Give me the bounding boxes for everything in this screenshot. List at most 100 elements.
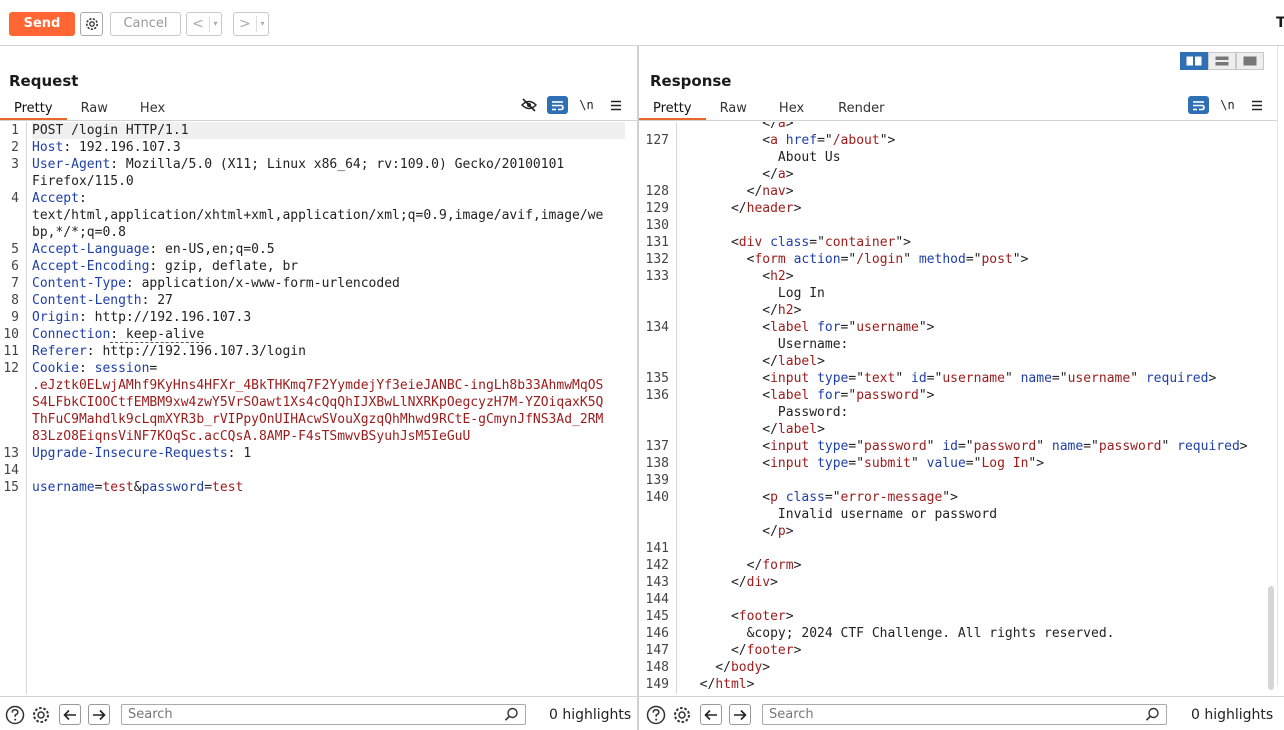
code-line: </form>: [684, 557, 802, 574]
code-token: for: [817, 320, 841, 335]
code-token: : gzip, deflate, br: [149, 259, 299, 274]
request-tab-hex[interactable]: Hex: [126, 98, 179, 120]
request-title: Request: [9, 72, 79, 90]
code-token: ">: [879, 133, 896, 148]
code-line: </html>: [684, 676, 755, 693]
code-token: ">: [1028, 456, 1045, 471]
code-token: : http://192.196.107.3: [78, 310, 252, 325]
code-line: </body>: [684, 659, 770, 676]
code-token: Accept-Language: [32, 242, 150, 257]
code-line: Cookie: session=: [32, 360, 157, 377]
code-token: >: [1208, 371, 1217, 386]
code-token: ">: [1012, 252, 1029, 267]
response-tab-pretty[interactable]: Pretty: [639, 98, 706, 120]
code-token: >: [793, 201, 802, 216]
back-dropdown-button[interactable]: ▾: [209, 16, 221, 32]
code-token: =: [149, 361, 158, 376]
help-icon[interactable]: [5, 705, 25, 725]
menu-icon[interactable]: [605, 96, 626, 114]
line-number: 149: [645, 677, 669, 692]
response-tab-hex[interactable]: Hex: [765, 98, 824, 120]
code-line: About Us: [684, 149, 841, 166]
code-token: Connection: [32, 327, 111, 342]
search-previous-button[interactable]: [700, 704, 722, 725]
search-next-button[interactable]: [729, 704, 751, 725]
layout-stacked-button[interactable]: [1208, 52, 1236, 70]
line-number: 12: [3, 361, 19, 376]
code-token: div: [738, 235, 763, 250]
gear-icon[interactable]: [31, 705, 51, 725]
response-search-input[interactable]: Search: [762, 704, 1167, 725]
request-search-input[interactable]: Search: [121, 704, 526, 725]
response-scrollbar[interactable]: [1268, 586, 1274, 690]
search-next-button[interactable]: [88, 704, 110, 725]
code-token: </: [684, 643, 747, 658]
code-token: =": [840, 252, 857, 267]
line-number: 134: [645, 320, 669, 335]
line-number: 4: [11, 191, 19, 206]
code-token: &copy; 2024 CTF Challenge. All rights re…: [684, 626, 1115, 641]
code-token: <: [684, 371, 771, 386]
wrap-icon[interactable]: [547, 96, 568, 114]
code-token: required: [1145, 371, 1209, 386]
code-token: Log In: [684, 286, 825, 301]
code-token: </: [684, 122, 778, 131]
line-number: 145: [645, 609, 669, 624]
code-token: >: [770, 575, 778, 590]
back-button[interactable]: <: [187, 16, 209, 32]
response-tab-raw[interactable]: Raw: [706, 98, 765, 120]
forward-history-control: > ▾: [233, 12, 269, 36]
help-icon[interactable]: [646, 705, 666, 725]
response-tab-render[interactable]: Render: [824, 98, 898, 120]
code-line: </footer>: [684, 642, 801, 659]
code-token: </: [684, 524, 778, 539]
code-token: </: [684, 575, 747, 590]
code-line: <footer>: [684, 608, 794, 625]
code-line: Username:: [684, 336, 848, 353]
forward-button[interactable]: >: [234, 16, 256, 32]
response-editor[interactable]: </a> 127 <a href="/about"> About Us </a> 1…: [639, 122, 1268, 694]
code-token: About Us: [684, 150, 841, 165]
code-token: label: [770, 320, 810, 335]
eye-off-icon[interactable]: [518, 96, 539, 114]
forward-dropdown-button[interactable]: ▾: [256, 16, 268, 32]
code-token: username: [1067, 371, 1131, 386]
code-line: </div>: [684, 574, 778, 591]
code-token: >: [793, 558, 802, 573]
gear-icon[interactable]: [672, 705, 692, 725]
code-token: ": [895, 371, 911, 386]
code-token: type: [817, 371, 849, 386]
request-tab-raw[interactable]: Raw: [67, 98, 126, 120]
request-editor[interactable]: 1 POST /login HTTP/1.1 2 Host: 192.196.107.…: [0, 122, 637, 694]
code-token: ": [903, 252, 919, 267]
code-token: test: [212, 480, 244, 495]
code-line: Content-Type: application/x-www-form-url…: [32, 275, 400, 292]
code-line: Accept:: [32, 190, 87, 207]
code-token: </: [684, 422, 778, 437]
code-token: form: [754, 252, 786, 267]
settings-button[interactable]: [80, 12, 103, 36]
search-previous-button[interactable]: [59, 704, 81, 725]
code-token: type: [817, 456, 849, 471]
menu-icon[interactable]: [1246, 96, 1267, 114]
send-button[interactable]: Send: [9, 12, 75, 36]
newline-toggle[interactable]: \n: [1217, 96, 1238, 114]
response-tab-divider: [639, 120, 1277, 121]
code-token: >: [746, 677, 755, 692]
search-icon: [1145, 707, 1159, 721]
layout-side-by-side-button[interactable]: [1180, 52, 1208, 70]
single-pane-icon: [1243, 56, 1257, 66]
code-token: <: [684, 388, 771, 403]
layout-tabs-button[interactable]: [1236, 52, 1264, 70]
code-line: <h2>: [684, 268, 793, 285]
code-token: =": [1083, 439, 1099, 454]
wrap-icon[interactable]: [1188, 96, 1209, 114]
code-line: </a>: [684, 122, 793, 132]
cancel-button[interactable]: Cancel: [110, 12, 181, 36]
line-number: 1: [11, 123, 19, 138]
request-tab-pretty[interactable]: Pretty: [0, 98, 67, 120]
line-number: 7: [11, 276, 19, 291]
code-token: ">: [918, 320, 935, 335]
newline-toggle[interactable]: \n: [576, 96, 597, 114]
